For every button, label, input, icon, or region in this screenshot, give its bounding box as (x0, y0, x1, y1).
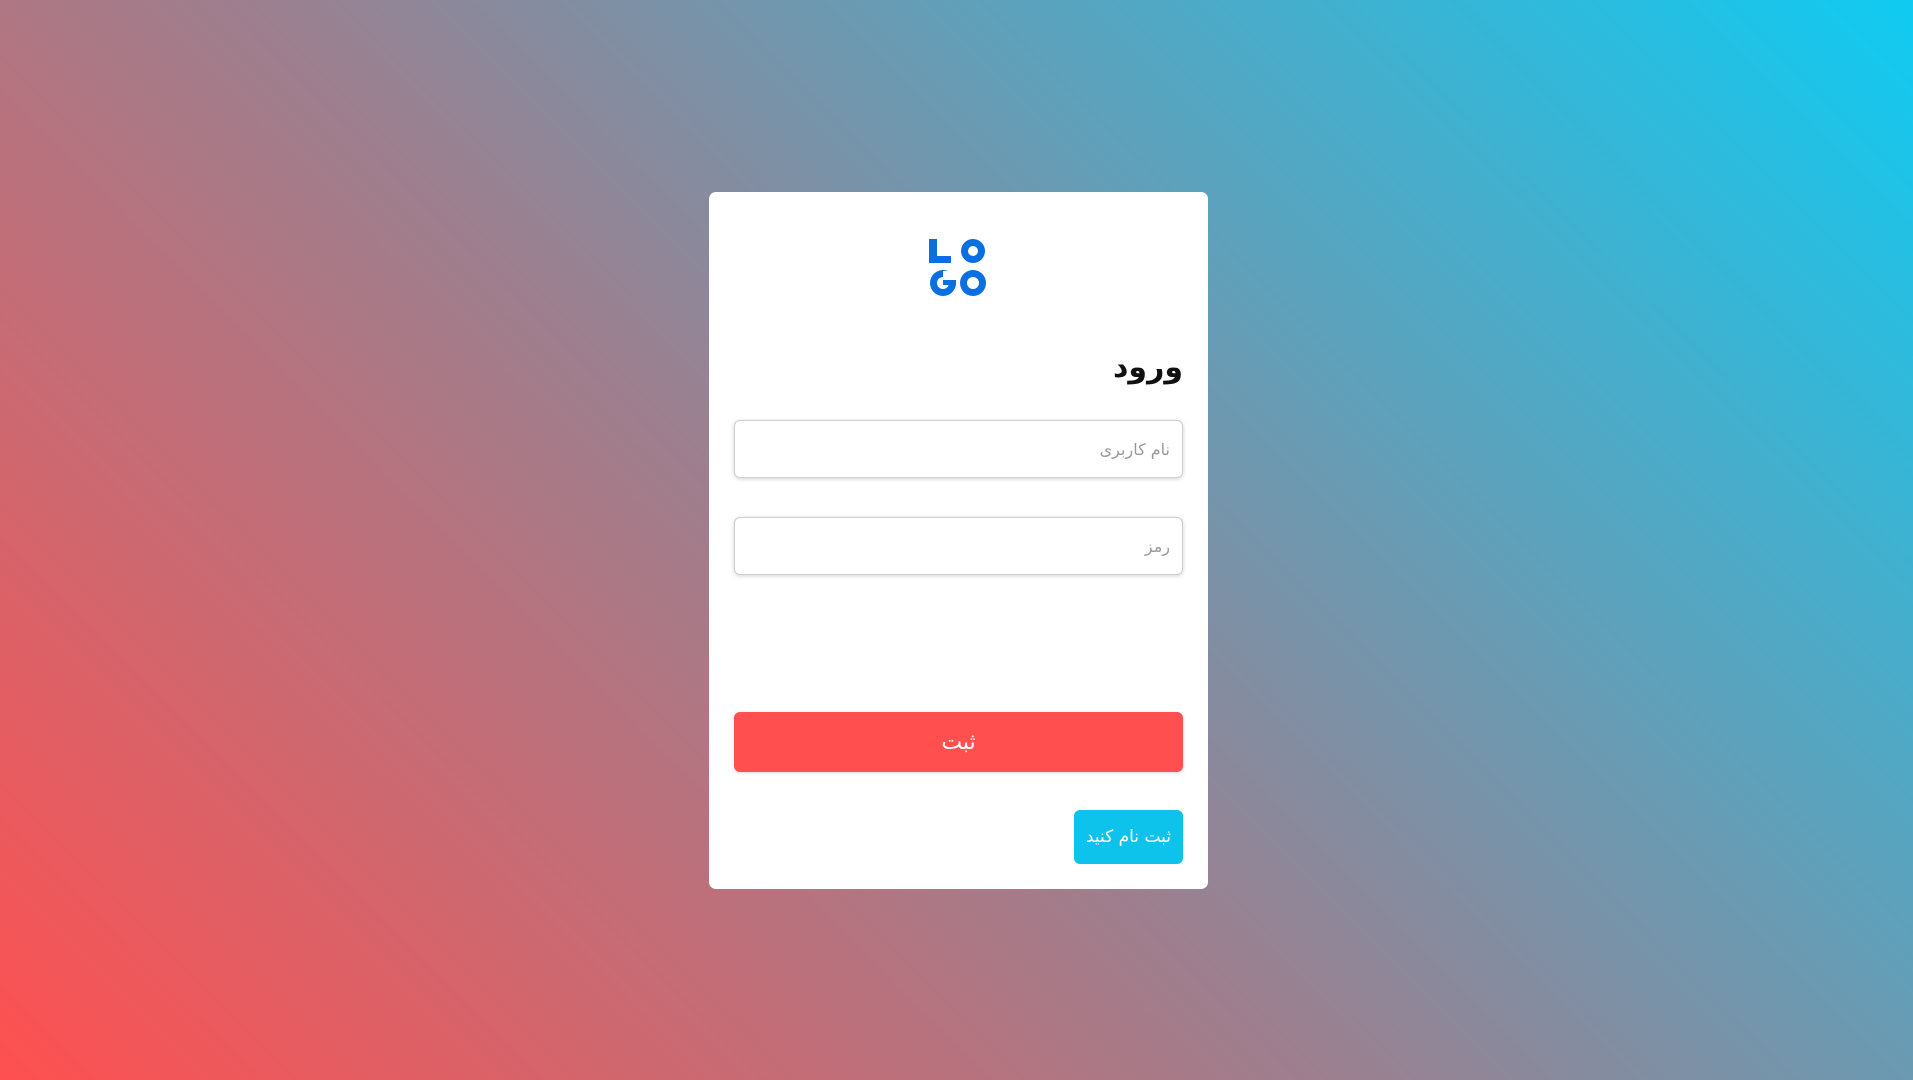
username-input[interactable] (734, 420, 1183, 478)
login-title: ورود (1113, 350, 1183, 385)
password-input[interactable] (734, 517, 1183, 575)
register-button[interactable]: ثبت نام کنید (1073, 810, 1183, 864)
logo-icon (929, 239, 986, 296)
login-card: ورود ثبت ثبت نام کنید (709, 192, 1208, 889)
submit-button[interactable]: ثبت (734, 712, 1183, 772)
